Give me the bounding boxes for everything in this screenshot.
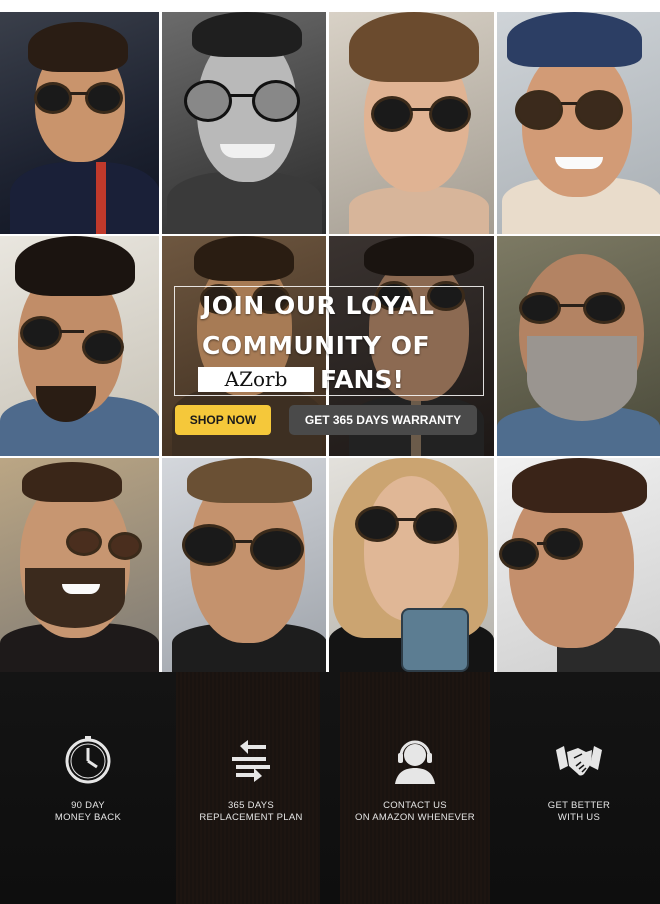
headline-line-3: FANS! (320, 365, 404, 394)
feature-line-1: CONTACT US (383, 800, 447, 811)
feature-money-back: 90 DAY MONEY BACK (3, 736, 173, 824)
clock-icon (65, 736, 111, 784)
photo-tile (329, 458, 494, 672)
feature-line-1: GET BETTER (547, 800, 611, 811)
feature-line-1: 90 DAY (71, 800, 105, 811)
feature-line-2: ON AMAZON WHENEVER (355, 812, 475, 823)
feature-better: GET BETTER WITH US (494, 736, 660, 824)
photo-tile (497, 458, 660, 672)
exchange-arrows-icon (232, 740, 270, 782)
features-panel: 90 DAY MONEY BACK 365 DAYS REPLACEMENT P… (0, 672, 660, 904)
photo-tile (162, 458, 326, 672)
feature-replacement: 365 DAYS REPLACEMENT PLAN (166, 736, 336, 824)
headline-line-1: JOIN OUR LOYAL (202, 291, 435, 320)
photo-tile (0, 236, 159, 456)
handshake-icon (556, 746, 602, 776)
feature-line-2: WITH US (557, 812, 601, 823)
photo-tile (162, 12, 326, 234)
warranty-button[interactable]: GET 365 DAYS WARRANTY (289, 405, 477, 435)
photo-tile (497, 236, 660, 456)
feature-line-2: REPLACEMENT PLAN (199, 812, 303, 823)
headset-support-icon (395, 740, 435, 784)
photo-tile (0, 12, 159, 234)
feature-contact: CONTACT US ON AMAZON WHENEVER (330, 736, 500, 824)
photo-tile (497, 12, 660, 234)
brand-name: AZorb (198, 367, 314, 392)
banner-headline: JOIN OUR LOYAL COMMUNITY OF (202, 286, 482, 366)
feature-line-2: MONEY BACK (54, 812, 122, 823)
shop-now-button[interactable]: SHOP NOW (175, 405, 271, 435)
photo-tile (329, 12, 494, 234)
feature-line-1: 365 DAYS (227, 800, 275, 811)
photo-tile (0, 458, 159, 672)
